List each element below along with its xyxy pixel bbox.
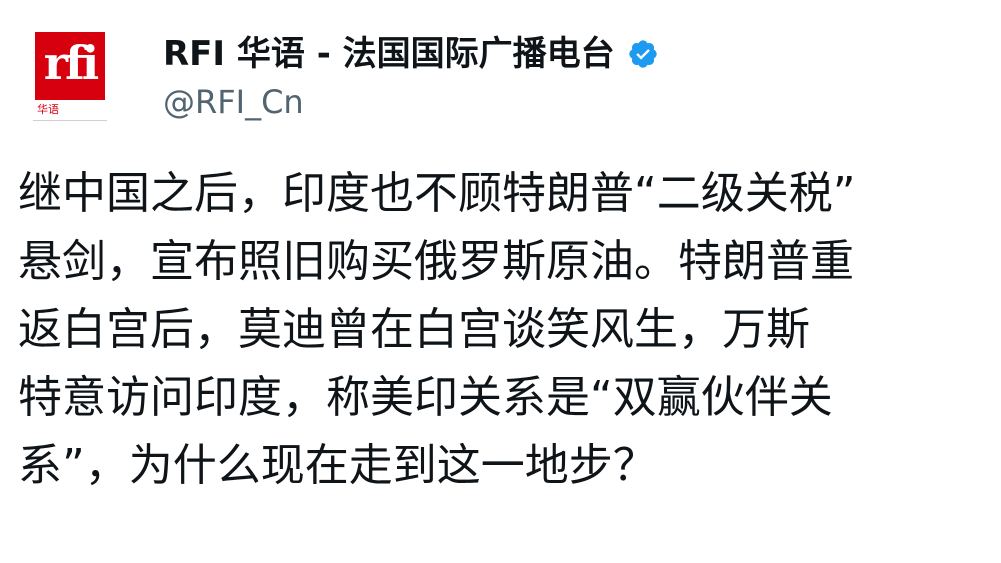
author-display-name[interactable]: RFI 华语 - 法国国际广播电台 <box>163 33 615 75</box>
tweet-text-line: 系”，为什么现在走到这一地步？ <box>18 440 657 491</box>
tweet-text-line: 继中国之后，印度也不顾特朗普“二级关税” <box>18 168 856 219</box>
rfi-logo-subtitle: 华语 <box>37 103 59 116</box>
rfi-logo-text: rfi <box>43 36 100 90</box>
logo-divider <box>33 120 107 121</box>
avatar[interactable]: rfi 华语 <box>33 32 107 122</box>
author-handle[interactable]: @RFI_Cn <box>163 82 304 122</box>
tweet-text-line: 悬剑，宣布照旧购买俄罗斯原油。特朗普重 <box>18 236 854 287</box>
rfi-logo: rfi <box>35 32 105 100</box>
tweet-text-line: 返白宫后，莫迪曾在白宫谈笑风生，万斯 <box>18 304 810 355</box>
author-name-row: RFI 华语 - 法国国际广播电台 <box>163 33 659 75</box>
tweet-text-line: 特意访问印度，称美印关系是“双赢伙伴关 <box>18 372 833 423</box>
verified-badge-icon <box>627 38 659 70</box>
tweet-text: 继中国之后，印度也不顾特朗普“二级关税” 悬剑，宣布照旧购买俄罗斯原油。特朗普重… <box>18 160 983 500</box>
tweet-card: rfi 华语 RFI 华语 - 法国国际广播电台 @RFI_Cn 继中国之后，印… <box>0 0 1001 563</box>
